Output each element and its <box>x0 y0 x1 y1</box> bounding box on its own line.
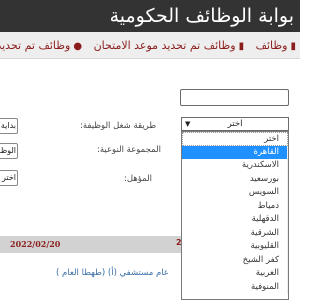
governorate-select[interactable]: اختر ▼ <box>181 117 289 131</box>
search-input[interactable] <box>180 89 289 106</box>
nav-item-exam-scheduled[interactable]: ▮وظائف تم تحديد موعد الامتحان <box>94 32 245 58</box>
qualification-label: المؤهل: <box>124 174 153 184</box>
dropdown-option[interactable]: السويس <box>182 186 288 200</box>
dropdown-option[interactable]: القاهرة <box>182 145 288 159</box>
dropdown-option[interactable]: الشرقية <box>182 226 288 240</box>
governorate-options-list[interactable]: اختر القاهرة الاسكندرية بورسعيد السويس د… <box>181 131 289 300</box>
job-link[interactable]: عام مستشفي (أ) (طهطا العام ) <box>56 268 169 278</box>
work-method-select[interactable]: بداية <box>0 118 18 134</box>
group-label: المجموعة النوعية: <box>97 145 161 155</box>
dropdown-option[interactable]: الدقهلية <box>182 213 288 227</box>
dropdown-option[interactable]: الغربية <box>182 267 288 281</box>
chevron-down-icon: ▼ <box>185 120 191 128</box>
dropdown-option[interactable]: كفر الشيخ <box>182 253 288 267</box>
dropdown-option[interactable]: اختر <box>182 132 288 146</box>
group-select[interactable]: الوظا <box>0 143 18 159</box>
document-icon: ▮ <box>238 41 245 52</box>
user-icon: ● <box>73 41 83 52</box>
work-method-label: طريقة شغل الوظيفة: <box>80 121 157 131</box>
site-title: بوابة الوظائف الحكومية <box>109 5 294 27</box>
nav-bar: ▮وظائف ▮وظائف تم تحديد موعد الامتحان ●وظ… <box>0 32 300 59</box>
nav-item-scheduled[interactable]: ●وظائف تم تحديد مو <box>0 32 83 58</box>
dropdown-option[interactable]: المنوفية <box>182 280 288 294</box>
listing-date: 2022/02/20 <box>10 239 61 249</box>
document-icon: ▮ <box>290 41 296 52</box>
governorate-selected-value: اختر <box>227 119 243 129</box>
qualification-select[interactable]: اختر <box>0 170 18 186</box>
dropdown-option[interactable]: القليوبية <box>182 240 288 254</box>
site-header: بوابة الوظائف الحكومية <box>0 0 300 32</box>
dropdown-option[interactable]: دمياط <box>182 199 288 213</box>
dropdown-option[interactable]: بورسعيد <box>182 172 288 186</box>
nav-item-jobs[interactable]: ▮وظائف <box>256 32 296 58</box>
dropdown-option[interactable]: الاسكندرية <box>182 159 288 173</box>
